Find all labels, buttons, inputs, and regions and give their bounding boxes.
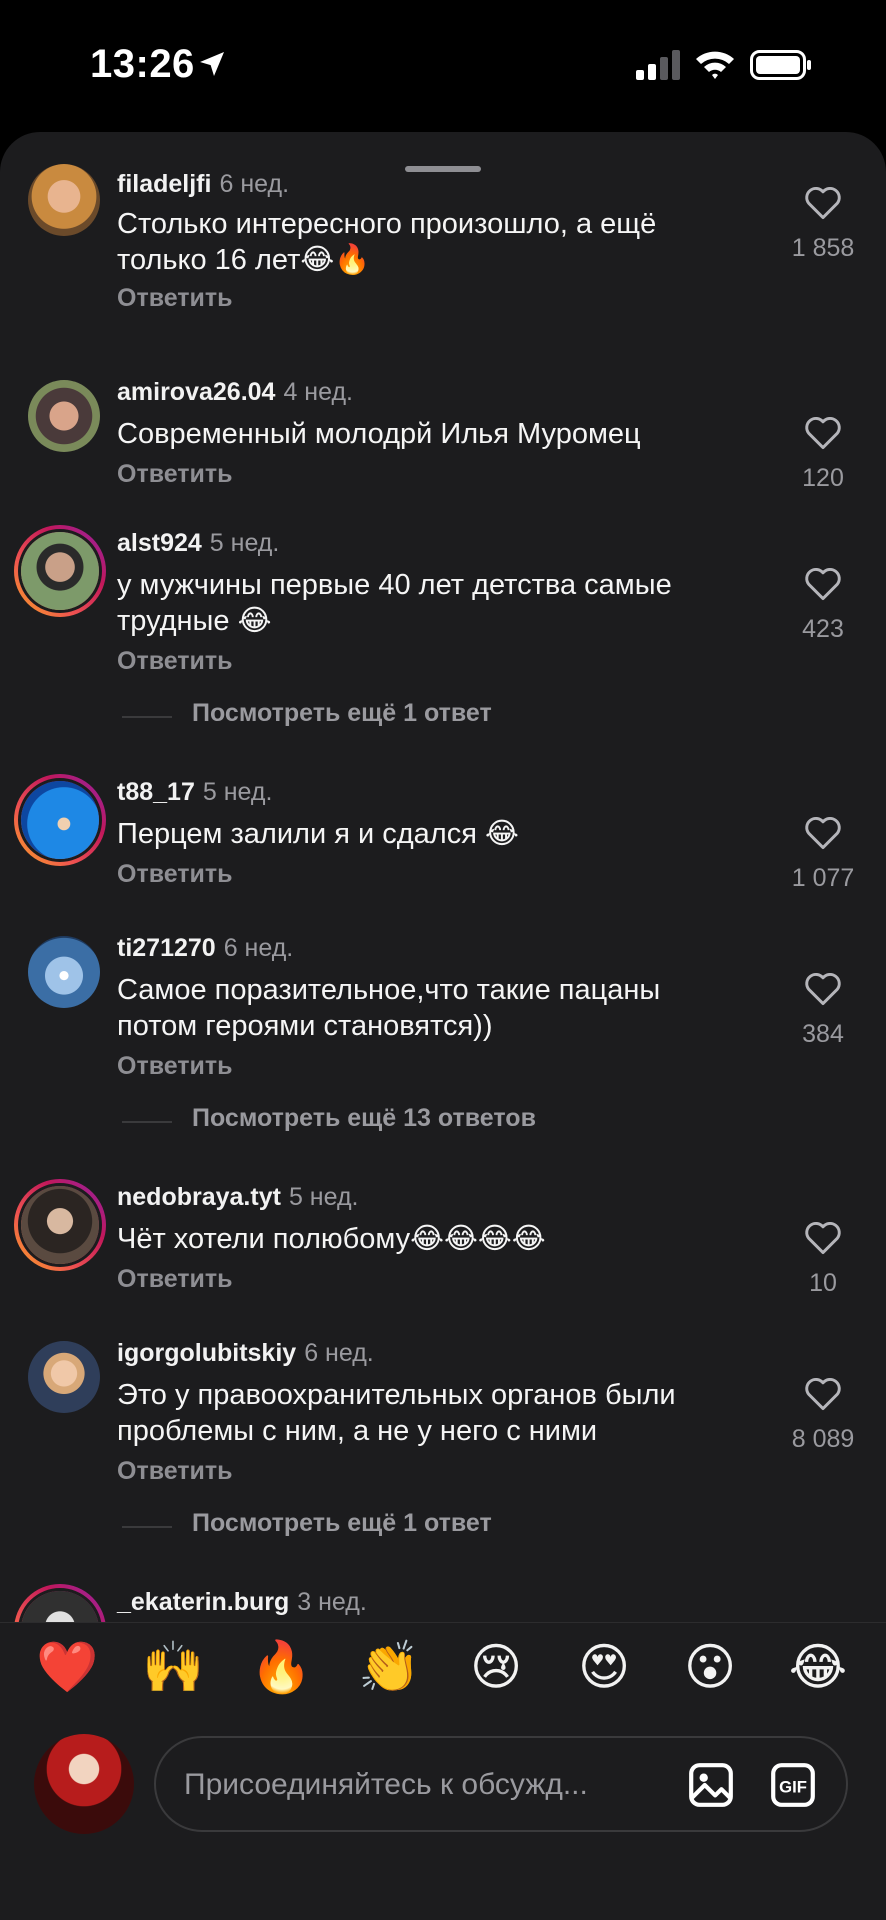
avatar[interactable]: [24, 376, 104, 456]
emoji-heart-eyes[interactable]: 😍: [574, 1637, 634, 1697]
avatar[interactable]: [24, 160, 104, 240]
comment-username[interactable]: t88_17: [117, 778, 195, 806]
reply-button[interactable]: Ответить: [117, 460, 233, 489]
battery-icon: [750, 50, 811, 80]
heart-icon[interactable]: [803, 814, 843, 850]
current-user-avatar: [34, 1734, 134, 1834]
heart-icon[interactable]: [803, 184, 843, 220]
view-more-replies-label[interactable]: Посмотреть ещё 1 ответ: [192, 1509, 492, 1538]
heart-icon[interactable]: [803, 1219, 843, 1255]
emoji-laughing[interactable]: 😂: [788, 1637, 848, 1697]
comment-time: 4 нед.: [283, 378, 353, 406]
comment-time: 6 нед.: [219, 170, 290, 198]
emoji-surprised[interactable]: 😮: [680, 1637, 740, 1697]
image-icon[interactable]: [686, 1760, 736, 1810]
comment-text: Современный молодрй Илья Муромец: [117, 418, 641, 450]
comment-input[interactable]: Присоединяйтесь к обсужд... GIF: [154, 1736, 848, 1832]
heart-icon[interactable]: [803, 1375, 843, 1411]
like-count: 1 858: [791, 234, 855, 262]
wifi-icon: [696, 51, 734, 79]
location-arrow-icon: [200, 52, 224, 76]
avatar[interactable]: [14, 1584, 106, 1622]
reply-button[interactable]: Ответить: [117, 1052, 233, 1081]
emoji-clapping[interactable]: 👏: [358, 1637, 420, 1697]
like-count: 8 089: [791, 1425, 855, 1453]
reply-button[interactable]: Ответить: [117, 647, 233, 676]
reply-button[interactable]: Ответить: [117, 1457, 233, 1486]
comment-text: Самое поразительное,что такие пацаны пот…: [117, 974, 661, 1042]
emoji-raising-hands[interactable]: 🙌: [142, 1637, 204, 1697]
avatar[interactable]: [14, 525, 106, 617]
avatar[interactable]: [14, 774, 106, 866]
comment-username[interactable]: _ekaterin.burg: [117, 1588, 289, 1616]
svg-text:GIF: GIF: [779, 1777, 807, 1796]
heart-icon[interactable]: [803, 565, 843, 601]
comment-time: 5 нед.: [202, 778, 273, 806]
quick-emoji-bar: ❤️ 🙌 🔥 👏 😢 😍 😮 😂: [0, 1622, 886, 1713]
heart-icon[interactable]: [803, 970, 843, 1006]
comment-username[interactable]: igorgolubitskiy: [117, 1339, 296, 1367]
gif-icon[interactable]: GIF: [768, 1760, 818, 1810]
comment-text: у мужчины первые 40 лет детства самые тр…: [117, 569, 672, 637]
view-more-replies-label[interactable]: Посмотреть ещё 13 ответов: [192, 1104, 536, 1133]
avatar[interactable]: [14, 1179, 106, 1271]
like-count: 120: [802, 464, 844, 492]
comment-username[interactable]: filadeljfi: [117, 170, 211, 198]
comment-time: 6 нед.: [223, 934, 294, 962]
like-count: 1 077: [791, 864, 855, 892]
comment-username[interactable]: ti271270: [117, 934, 216, 962]
like-count: 423: [802, 615, 844, 643]
comment-username[interactable]: nedobraya.tyt: [117, 1183, 281, 1211]
emoji-crying[interactable]: 😢: [466, 1637, 526, 1697]
comment-composer: Присоединяйтесь к обсужд... GIF: [0, 1712, 886, 1920]
comment-time: 5 нед.: [288, 1183, 359, 1211]
like-count: 10: [809, 1269, 837, 1297]
like-count: 384: [802, 1020, 844, 1048]
status-bar: 13:26: [0, 0, 886, 130]
comment-time: 3 нед.: [297, 1588, 367, 1616]
view-more-replies-label[interactable]: Посмотреть ещё 1 ответ: [192, 699, 492, 728]
comment-username[interactable]: amirova26.04: [117, 378, 275, 406]
comments-sheet: filadeljfi 6 нед. Столько интересного про…: [0, 132, 886, 1920]
comment-text: Столько интересного произошло, а ещё тол…: [117, 208, 657, 276]
cellular-signal-icon: [636, 50, 680, 80]
comment-text: Перцем залили я и сдался 😂: [117, 818, 519, 850]
comment-username[interactable]: alst924: [117, 529, 202, 557]
emoji-heart[interactable]: ❤️: [36, 1637, 98, 1697]
comment-text: Это у правоохранительных органов были пр…: [117, 1379, 676, 1447]
comment-text: Чёт хотели полюбому😂😂😂😂: [117, 1223, 546, 1255]
comment-input-placeholder: Присоединяйтесь к обсужд...: [184, 1768, 588, 1801]
view-more-replies[interactable]: Посмотреть ещё 1 ответ: [122, 1509, 822, 1545]
comment-time: 6 нед.: [304, 1339, 374, 1367]
reply-button[interactable]: Ответить: [117, 1265, 233, 1294]
view-more-replies[interactable]: Посмотреть ещё 13 ответов: [122, 1104, 822, 1140]
emoji-fire[interactable]: 🔥: [250, 1637, 312, 1697]
avatar[interactable]: [24, 1337, 104, 1417]
comments-list[interactable]: filadeljfi 6 нед. Столько интересного про…: [0, 132, 886, 1622]
reply-button[interactable]: Ответить: [117, 284, 233, 313]
view-more-replies[interactable]: Посмотреть ещё 1 ответ: [122, 699, 822, 735]
avatar[interactable]: [24, 932, 104, 1012]
heart-icon[interactable]: [803, 414, 843, 450]
comment-time: 5 нед.: [209, 529, 280, 557]
reply-button[interactable]: Ответить: [117, 860, 233, 889]
status-time: 13:26: [90, 42, 195, 86]
